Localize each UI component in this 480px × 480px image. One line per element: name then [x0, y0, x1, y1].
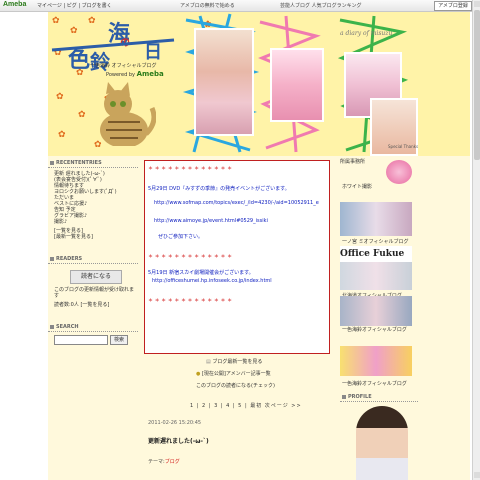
- banner-photo-4[interactable]: [340, 346, 412, 376]
- banner-photo-3[interactable]: [340, 296, 412, 326]
- company-label[interactable]: ホワイト撮影: [342, 183, 372, 190]
- ameba-logo[interactable]: Ameba: [3, 1, 26, 8]
- scroll-down-arrow[interactable]: [474, 472, 480, 478]
- recent-entries-title: RECENTENTRIES: [48, 158, 138, 168]
- notice-paragraph-2: 5月19日 新宿スカイ劇場開催会がございます。: [148, 270, 254, 276]
- vertical-scrollbar[interactable]: [472, 0, 480, 480]
- list-recent-link[interactable]: [最新一覧を見る]: [48, 234, 138, 240]
- latest-list-label: ブログ最新一覧を見る: [212, 359, 263, 365]
- amember-list-link[interactable]: ● [現在公開]アメンバー記事一覧: [196, 370, 271, 377]
- header-photo-1: [194, 28, 254, 136]
- entry-date: 2011-02-26 15:20:45: [148, 420, 202, 426]
- readers-title: READERS: [48, 254, 138, 264]
- scroll-thumb[interactable]: [474, 10, 480, 160]
- banner-1-label[interactable]: 一ノ宮 ミオフィシャルブログ: [342, 238, 409, 245]
- notice-url-1[interactable]: http://www.sofmap.com/topics/exec/_/id=4…: [148, 200, 334, 206]
- pagination[interactable]: 1 | 2 | 3 | 4 | 5 | 最初 次ページ >>: [190, 402, 302, 409]
- profile-photo[interactable]: [356, 406, 408, 480]
- diary-script-label: a diary of misuzu: [340, 30, 393, 37]
- header-subtitle: 一色海鈴 オフィシャルブログ: [90, 63, 157, 69]
- banner-3-label[interactable]: 一色海鈴オフィシャルブログ: [342, 326, 407, 333]
- entry-theme: テーマ:ブログ: [148, 458, 180, 465]
- header-photo-2: [270, 48, 324, 122]
- powered-by-brand: Ameba: [136, 70, 164, 78]
- affiliation-logo[interactable]: [386, 160, 412, 184]
- search-input[interactable]: [54, 335, 108, 345]
- powered-by: Powered by Ameba: [106, 70, 164, 78]
- affiliation-label: 所属事務所: [340, 159, 366, 165]
- become-reader-button[interactable]: 読者になる: [70, 270, 122, 284]
- become-reader-link[interactable]: このブログの読者になる(チェック): [196, 382, 275, 389]
- latest-list-link[interactable]: ▤ ブログ最新一覧を見る: [206, 358, 262, 365]
- browser-page: Ameba マイページ | ピグ | ブログを書く アメブロの無料で始める 芸能…: [0, 0, 480, 480]
- banner-photo-1[interactable]: [340, 202, 412, 236]
- cat-illustration: [100, 82, 156, 146]
- theme-link[interactable]: ブログ: [165, 459, 180, 465]
- scroll-up-arrow[interactable]: [474, 1, 480, 7]
- notice-url-3[interactable]: http://officeshumei.hp.infoseek.co.jp/in…: [148, 278, 332, 284]
- reader-note: このブログの更新情報が受け取れます: [54, 287, 135, 299]
- top-ranking-link[interactable]: 芸能人ブログ 人気ブログランキング: [280, 2, 361, 9]
- banner-4-label[interactable]: 一色海鈴オフィシャルブログ: [342, 380, 407, 387]
- banner-photo-2[interactable]: [340, 262, 412, 290]
- search-row: 検索: [48, 335, 138, 345]
- theme-label: テーマ:: [148, 459, 165, 465]
- search-title: SEARCH: [48, 322, 138, 332]
- notice-stars-middle: ＊ ＊ ＊ ＊ ＊ ＊ ＊ ＊ ＊ ＊ ＊ ＊ ＊: [148, 254, 233, 260]
- notice-paragraph-1: 5月29日 DVD『みすずの季節』の発売イベントがございます。: [148, 186, 290, 192]
- recent-entry[interactable]: 撮影♪: [48, 219, 138, 225]
- document-icon: ▤: [206, 359, 211, 365]
- search-button[interactable]: 検索: [110, 335, 129, 345]
- notice-stars-bottom: ＊ ＊ ＊ ＊ ＊ ＊ ＊ ＊ ＊ ＊ ＊ ＊ ＊: [148, 298, 233, 304]
- special-thanks-label: Special Thanks: [388, 144, 419, 149]
- signup-button[interactable]: アメブロ登録: [434, 1, 472, 11]
- powered-by-label: Powered by: [106, 72, 135, 78]
- notice-url-2[interactable]: http://www.aimoye.jp/event.html#0529_iss…: [148, 218, 334, 224]
- entry-title[interactable]: 更新遅れました(-ω-`): [148, 436, 209, 445]
- notice-stars-top: ＊ ＊ ＊ ＊ ＊ ＊ ＊ ＊ ＊ ＊ ＊ ＊ ＊: [148, 166, 233, 172]
- top-nav-links[interactable]: マイページ | ピグ | ブログを書く: [37, 2, 112, 9]
- amember-list-label: [現在公開]アメンバー記事一覧: [201, 371, 271, 377]
- top-notice-link[interactable]: アメブロの無料で始める: [180, 2, 235, 9]
- title-underline: [51, 38, 175, 52]
- notice-paragraph-1-end: ぜひご参加下さい。: [158, 234, 204, 240]
- ameba-top-bar: Ameba マイページ | ピグ | ブログを書く アメブロの無料で始める 芸能…: [0, 0, 472, 12]
- blog-header-banner[interactable]: ✿✿ ✿✿ ✿✿ ✿✿ ✿✿ ✿✿ 海 の 日 色 鈴 一色海鈴 オフィシャルブ…: [48, 12, 470, 156]
- left-sidebar: RECENTENTRIES 更新 遅れました(-ω-`) (表会宴告受付)(ﾟ∀…: [48, 158, 138, 345]
- lock-icon: ●: [196, 371, 201, 377]
- reader-count[interactable]: 読者数:0人 [一覧を見る]: [48, 302, 138, 308]
- office-fukue-logo[interactable]: Office Fukue: [340, 246, 412, 262]
- profile-title: PROFILE: [340, 392, 418, 402]
